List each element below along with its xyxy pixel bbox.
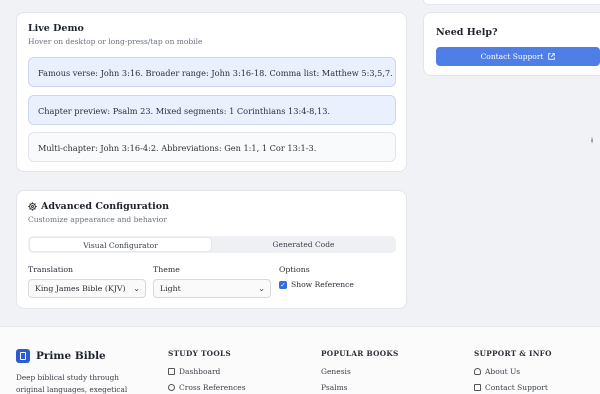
advanced-config-card: Advanced Configuration Customize appeara… — [16, 190, 407, 309]
config-tabs: Visual Configurator Generated Code — [28, 236, 396, 253]
theme-value: Light — [160, 284, 181, 293]
theme-select[interactable]: Light ⌄ — [153, 279, 271, 298]
gear-icon — [28, 202, 37, 211]
footer-brand[interactable]: Prime Bible — [16, 349, 106, 363]
footer-heading-study-tools: STUDY TOOLS — [168, 349, 231, 358]
footer-link-dashboard[interactable]: Dashboard — [168, 367, 220, 376]
live-demo-card: Live Demo Hover on desktop or long-press… — [16, 12, 407, 172]
live-demo-title: Live Demo — [28, 23, 84, 34]
translation-select[interactable]: King James Bible (KJV) ⌄ — [28, 279, 146, 298]
footer-link-cross-references[interactable]: Cross References — [168, 383, 246, 392]
demo-row-famous[interactable]: Famous verse: John 3:16. Broader range: … — [28, 57, 396, 87]
brand-description: Deep biblical study through original lan… — [16, 373, 128, 394]
translation-label: Translation — [28, 265, 74, 274]
mail-icon — [474, 384, 481, 391]
footer: Prime Bible Deep biblical study through … — [0, 326, 600, 394]
contact-support-label: Contact Support — [480, 52, 544, 61]
show-reference-checkbox[interactable]: ✓ — [279, 280, 287, 289]
book-icon — [168, 368, 175, 375]
footer-link-label: Dashboard — [179, 367, 221, 376]
help-title: Need Help? — [436, 27, 498, 38]
theme-label: Theme — [153, 265, 180, 274]
advanced-title-row: Advanced Configuration — [28, 201, 169, 212]
show-reference-label: Show Reference — [291, 280, 354, 289]
tab-visual-configurator[interactable]: Visual Configurator — [29, 237, 212, 252]
footer-link-about-us[interactable]: About Us — [474, 367, 520, 376]
chevron-down-icon: ⌄ — [258, 284, 265, 293]
footer-heading-popular-books: POPULAR BOOKS — [321, 349, 399, 358]
footer-link-psalms[interactable]: Psalms — [321, 383, 348, 392]
globe-icon — [168, 384, 175, 391]
demo-row-chapter[interactable]: Chapter preview: Psalm 23. Mixed segment… — [28, 95, 396, 125]
footer-link-contact-support[interactable]: Contact Support — [474, 383, 548, 392]
book-logo-icon — [16, 349, 30, 363]
translation-value: King James Bible (KJV) — [35, 284, 126, 293]
users-icon — [474, 368, 481, 375]
contact-support-button[interactable]: Contact Support — [436, 47, 600, 66]
advanced-title: Advanced Configuration — [41, 201, 170, 212]
live-demo-subtitle: Hover on desktop or long-press/tap on mo… — [28, 37, 203, 46]
footer-link-label: Contact Support — [485, 383, 548, 392]
demo-row-multichapter[interactable]: Multi-chapter: John 3:16-4:2. Abbreviati… — [28, 132, 396, 162]
external-link-icon — [548, 53, 556, 60]
brand-name: Prime Bible — [36, 350, 106, 362]
show-reference-option[interactable]: ✓ Show Reference — [279, 280, 354, 289]
footer-link-label: Cross References — [179, 383, 246, 392]
chevron-down-icon: ⌄ — [133, 284, 140, 293]
advanced-subtitle: Customize appearance and behavior — [28, 215, 167, 224]
options-label: Options — [279, 265, 310, 274]
footer-heading-support-info: SUPPORT & INFO — [474, 349, 552, 358]
footer-link-label: About Us — [485, 367, 521, 376]
cursor-icon: ⟊ — [591, 136, 594, 145]
tab-generated-code[interactable]: Generated Code — [212, 237, 395, 252]
footer-link-genesis[interactable]: Genesis — [321, 367, 351, 376]
top-card-edge — [423, 0, 600, 5]
help-card: Need Help? Contact Support — [423, 12, 600, 76]
